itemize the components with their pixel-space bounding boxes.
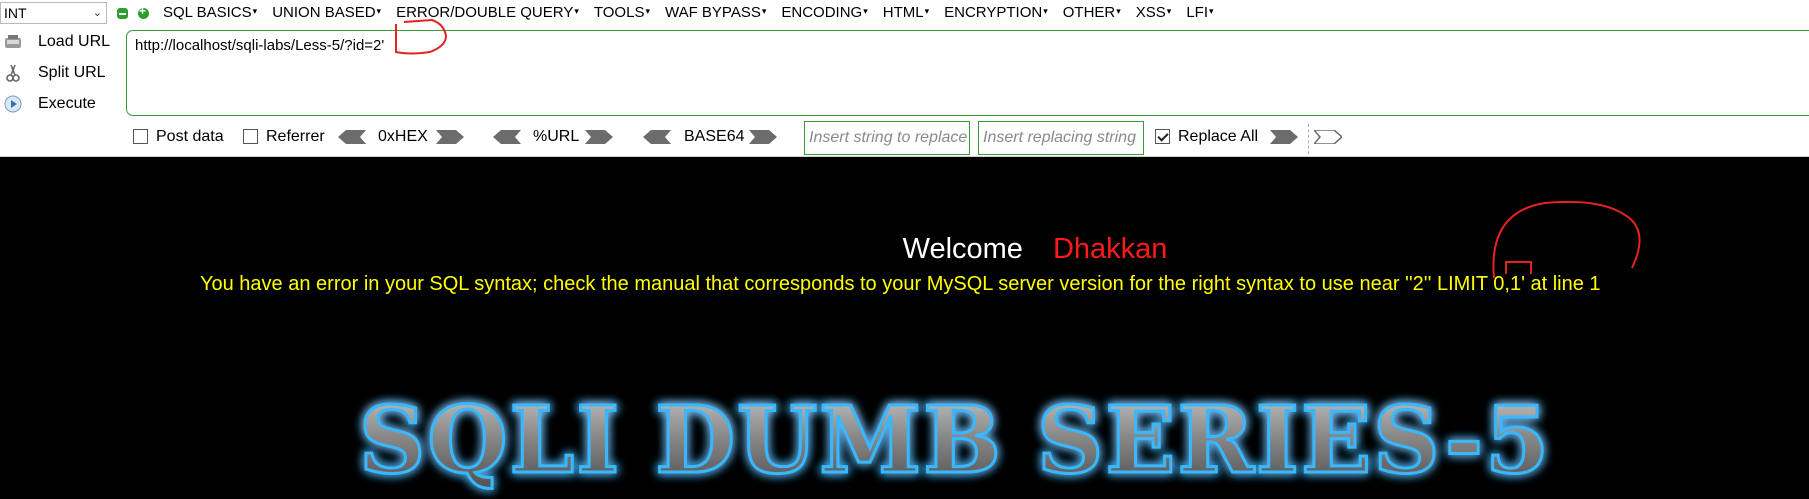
welcome-line: Welcome Dhakkan: [0, 233, 1809, 266]
menu-items: SQL BASICS▾ UNION BASED▾ ERROR/DOUBLE QU…: [163, 4, 1229, 21]
welcome-text: Welcome: [902, 233, 1023, 265]
chevron-down-icon: ⌄: [92, 7, 102, 19]
menu-error-double-query[interactable]: ERROR/DOUBLE QUERY▾: [396, 4, 579, 21]
replace-all-checkbox[interactable]: [1155, 129, 1170, 144]
replace-all-apply-icon[interactable]: [1314, 130, 1342, 144]
menu-tools[interactable]: TOOLS▾: [594, 4, 650, 21]
split-url-button[interactable]: Split URL: [0, 61, 118, 87]
post-data-label: Post data: [156, 128, 224, 145]
url-text: http://localhost/sqli-labs/Less-5/?id=2': [135, 37, 385, 54]
replace-apply-icon[interactable]: [1270, 130, 1298, 144]
base64-decode-right-icon[interactable]: [749, 130, 777, 144]
scissors-icon: [6, 64, 20, 82]
menu-bar: INT ⌄ SQL BASICS▾ UNION BASED▾ ERROR/DOU…: [0, 0, 1809, 28]
replace-all-label: Replace All: [1178, 128, 1259, 145]
type-select[interactable]: INT ⌄: [0, 2, 107, 24]
menu-encryption[interactable]: ENCRYPTION▾: [944, 4, 1048, 21]
menu-waf-bypass[interactable]: WAF BYPASS▾: [665, 4, 766, 21]
menu-union-based[interactable]: UNION BASED▾: [272, 4, 381, 21]
base64-encode-left-icon[interactable]: [643, 130, 671, 144]
replace-string-input[interactable]: Insert string to replace: [804, 121, 970, 155]
hex-decode-right-icon[interactable]: [436, 130, 464, 144]
sql-error-message: You have an error in your SQL syntax; ch…: [200, 273, 1601, 295]
url-encode-label: %URL: [533, 128, 580, 145]
load-url-icon: [5, 35, 21, 48]
url-encode-left-icon[interactable]: [493, 130, 521, 144]
post-data-checkbox[interactable]: [133, 129, 148, 144]
url-decode-right-icon[interactable]: [585, 130, 613, 144]
separator: [1308, 124, 1310, 154]
referrer-label: Referrer: [266, 128, 325, 145]
referrer-checkbox[interactable]: [243, 129, 258, 144]
menu-html[interactable]: HTML▾: [883, 4, 929, 21]
user-name: Dhakkan: [1052, 233, 1168, 265]
load-url-label: Load URL: [38, 33, 111, 50]
hex-label: 0xHEX: [378, 128, 428, 145]
hex-encode-left-icon[interactable]: [338, 130, 366, 144]
replace-string-placeholder: Insert string to replace: [809, 129, 968, 146]
menu-encoding[interactable]: ENCODING▾: [781, 4, 867, 21]
execute-button[interactable]: Execute: [0, 92, 118, 118]
collapse-icon[interactable]: [117, 8, 128, 19]
hackbar-toolbar: INT ⌄ SQL BASICS▾ UNION BASED▾ ERROR/DOU…: [0, 0, 1809, 157]
series-banner: SQLI DUMB SERIES-5: [357, 385, 1551, 496]
play-icon: [4, 95, 22, 113]
menu-xss[interactable]: XSS▾: [1136, 4, 1172, 21]
base64-label: BASE64: [684, 128, 745, 145]
execute-label: Execute: [38, 95, 96, 112]
load-url-button[interactable]: Load URL: [0, 30, 118, 56]
replacing-string-input[interactable]: Insert replacing string: [978, 121, 1144, 155]
menu-sql-basics[interactable]: SQL BASICS▾: [163, 4, 257, 21]
split-url-label: Split URL: [38, 64, 106, 81]
menu-lfi[interactable]: LFI▾: [1186, 4, 1213, 21]
replacing-string-placeholder: Insert replacing string: [983, 129, 1136, 146]
menu-other[interactable]: OTHER▾: [1063, 4, 1121, 21]
expand-icon[interactable]: [138, 4, 149, 19]
url-input[interactable]: http://localhost/sqli-labs/Less-5/?id=2': [126, 30, 1809, 116]
type-select-value: INT: [4, 5, 27, 21]
banner-text: SQLI DUMB SERIES-5: [359, 386, 1551, 494]
options-row: Post data Referrer 0xHEX %URL BASE64 Ins…: [0, 121, 1809, 155]
